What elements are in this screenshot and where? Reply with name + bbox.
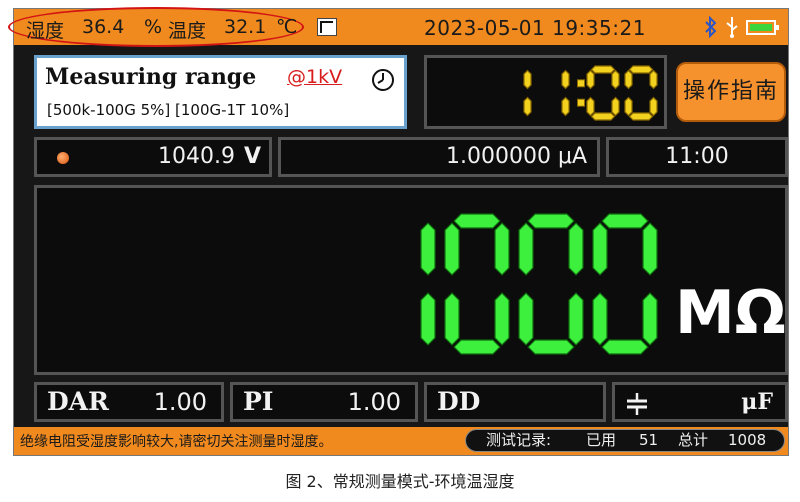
humidity-value: 36.4 xyxy=(82,16,125,38)
figure-caption: 图 2、常规测量模式-环境温湿度 xyxy=(285,472,515,491)
dd-readout: DD xyxy=(424,382,606,422)
test-record-counter: 测试记录: 已用 51 总计 1008 xyxy=(465,429,785,452)
total-label: 总计 xyxy=(678,431,709,449)
timer-digit-char-3 xyxy=(586,65,620,121)
bluetooth-icon xyxy=(705,16,717,38)
device-screen: 湿度 36.4 % 温度 32.1 ℃ 2023-05-01 19:35:21 … xyxy=(8,7,789,456)
timer-digits xyxy=(523,65,658,121)
humidity-label: 湿度 xyxy=(26,20,65,42)
timer-digit-char-4 xyxy=(624,65,658,121)
measuring-range-panel: Measuring range @1kV [500k-100G 5%] [100… xyxy=(34,55,407,129)
resistance-digit-char-0 xyxy=(420,222,436,346)
test-voltage[interactable]: @1kV xyxy=(287,66,342,88)
humidity-unit: % xyxy=(144,16,163,38)
status-led xyxy=(57,152,69,164)
timer-digit-char-2 xyxy=(577,79,585,107)
dar-readout: DAR 1.00 xyxy=(34,382,224,422)
status-bar: 湿度 36.4 % 温度 32.1 ℃ 2023-05-01 19:35:21 xyxy=(8,7,788,47)
record-label: 测试记录: xyxy=(486,431,552,449)
message-bar: 绝缘电阻受湿度影响较大,请密切关注测量时湿度。 测试记录: 已用 51 总计 1… xyxy=(14,427,788,455)
usb-icon xyxy=(726,17,738,38)
current-value: 1.000000 μA xyxy=(445,144,587,169)
dd-label: DD xyxy=(437,387,481,416)
capacitance-readout: μF xyxy=(612,382,788,422)
pi-readout: PI 1.00 xyxy=(230,382,418,422)
elapsed-time: 11:00 xyxy=(665,144,729,169)
range-spec: [500k-100G 5%] [100G-1T 10%] xyxy=(47,101,290,119)
dar-value: 1.00 xyxy=(153,388,207,416)
elapsed-time-readout: 11:00 xyxy=(606,137,788,177)
timer-digit-char-0 xyxy=(523,69,532,117)
operation-guide-button[interactable]: 操作指南 xyxy=(676,62,786,122)
timer-display xyxy=(424,55,667,129)
temperature-label: 温度 xyxy=(168,20,207,42)
resistance-display: MΩ xyxy=(34,185,788,375)
resistance-digit-char-2 xyxy=(518,213,584,355)
used-value: 51 xyxy=(639,431,659,449)
pulse-mode-icon[interactable] xyxy=(317,18,337,36)
resistance-digit-char-3 xyxy=(592,213,658,355)
voltage-value: 1040.9 xyxy=(158,144,235,169)
dar-label: DAR xyxy=(47,387,109,416)
resistance-unit: MΩ xyxy=(675,278,786,348)
capacitance-unit: μF xyxy=(741,389,773,415)
pi-label: PI xyxy=(243,387,274,416)
datetime: 2023-05-01 19:35:21 xyxy=(424,16,646,40)
voltage-readout: 1040.9 V xyxy=(34,137,272,177)
humidity-warning: 绝缘电阻受湿度影响较大,请密切关注测量时湿度。 xyxy=(20,434,333,450)
total-value: 1008 xyxy=(728,431,767,449)
temperature-value: 32.1 xyxy=(224,16,267,38)
clock-icon xyxy=(372,69,394,91)
current-readout: 1.000000 μA xyxy=(278,137,600,177)
voltage-unit: V xyxy=(243,144,261,169)
temperature-unit: ℃ xyxy=(276,16,298,38)
range-title: Measuring range xyxy=(45,64,257,90)
timer-digit-char-1 xyxy=(561,69,570,117)
pi-value: 1.00 xyxy=(347,388,401,416)
capacitor-icon xyxy=(627,393,647,415)
battery-icon xyxy=(746,20,779,35)
used-label: 已用 xyxy=(586,431,617,449)
resistance-digit-char-1 xyxy=(444,213,510,355)
resistance-digits xyxy=(420,213,658,355)
